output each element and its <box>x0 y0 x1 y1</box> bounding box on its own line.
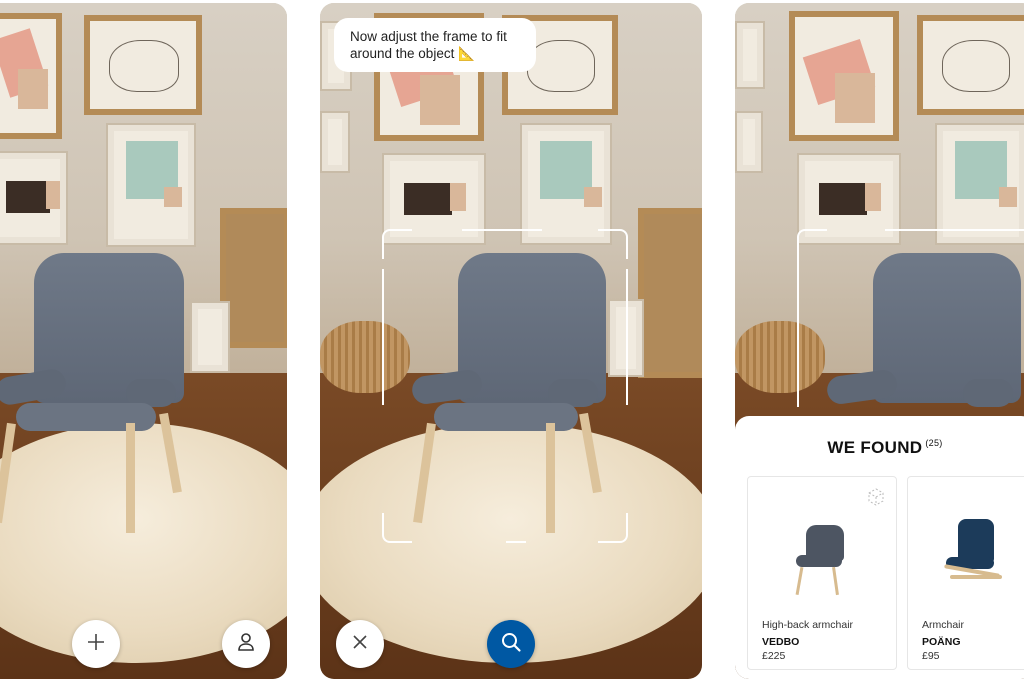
product-description: Armchair <box>922 619 965 631</box>
product-price: £95 <box>922 650 940 662</box>
product-name: VEDBO <box>762 636 800 648</box>
frame-handle-bottom-left[interactable] <box>382 513 412 543</box>
person-icon <box>236 631 256 658</box>
product-price: £225 <box>762 650 786 662</box>
close-button[interactable] <box>336 620 384 668</box>
product-image <box>790 521 850 599</box>
profile-button[interactable] <box>222 620 270 668</box>
armchair-photo <box>0 253 196 533</box>
product-card[interactable]: High-back armchair VEDBO £225 <box>747 476 897 670</box>
results-count: (25) <box>925 438 943 448</box>
results-heading: WE FOUND (25) <box>735 438 1024 458</box>
selection-frame[interactable] <box>382 229 628 543</box>
instruction-tooltip: Now adjust the frame to fit around the o… <box>334 18 536 72</box>
results-panel: WE FOUND (25) High-back armchair VEDBO £2… <box>735 416 1024 679</box>
product-description: High-back armchair <box>762 619 854 631</box>
product-card[interactable]: Armchair POÄNG £95 <box>907 476 1024 670</box>
add-button[interactable] <box>72 620 120 668</box>
plus-icon <box>85 631 107 658</box>
product-name: POÄNG <box>922 636 961 648</box>
search-button[interactable] <box>487 620 535 668</box>
phone-screen-frame-adjust: Now adjust the frame to fit around the o… <box>320 3 702 679</box>
phone-screen-results: WE FOUND (25) High-back armchair VEDBO £2… <box>735 3 1024 679</box>
frame-handle-top-left[interactable] <box>382 229 412 259</box>
product-image <box>942 517 1006 601</box>
camera-view <box>0 3 287 679</box>
ar-cube-icon[interactable] <box>866 487 886 512</box>
search-icon <box>499 630 523 659</box>
close-icon <box>351 633 369 656</box>
frame-handle-top-right[interactable] <box>598 229 628 259</box>
phone-screen-camera <box>0 3 287 679</box>
results-heading-text: WE FOUND <box>827 438 923 457</box>
frame-handle-bottom-right[interactable] <box>598 513 628 543</box>
